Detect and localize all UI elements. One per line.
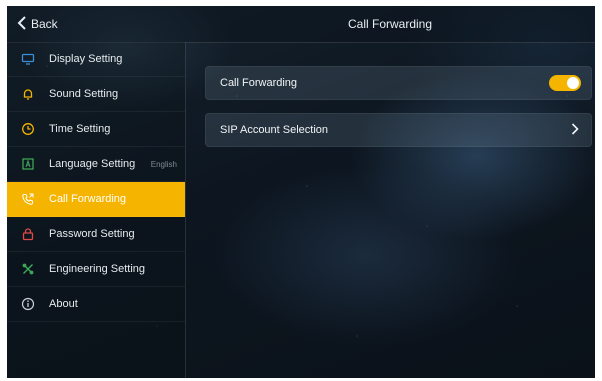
call-forwarding-row[interactable]: Call Forwarding: [205, 66, 592, 100]
sidebar-item-label: Engineering Setting: [49, 263, 146, 275]
back-label: Back: [31, 17, 58, 31]
sidebar-item-label: Language Setting: [49, 158, 136, 170]
phone-forward-icon: [21, 192, 35, 206]
sidebar-item-display[interactable]: Display Setting: [7, 42, 185, 77]
call-forwarding-toggle[interactable]: [549, 75, 581, 91]
info-icon: [21, 297, 35, 311]
sidebar-item-call-forwarding[interactable]: Call Forwarding: [7, 182, 185, 217]
call-forwarding-label: Call Forwarding: [220, 77, 298, 89]
back-button[interactable]: Back: [17, 15, 58, 33]
clock-icon: [21, 122, 35, 136]
sip-account-selection-row[interactable]: SIP Account Selection: [205, 113, 592, 147]
monitor-icon: [21, 52, 35, 66]
top-bar: Back Call Forwarding: [7, 6, 595, 43]
sidebar-item-about[interactable]: About: [7, 287, 185, 322]
sidebar-item-label: Password Setting: [49, 228, 135, 240]
sidebar-item-label: Display Setting: [49, 53, 123, 65]
page-title: Call Forwarding: [347, 17, 433, 31]
settings-sidebar: Display Setting Sound Setting Time Setti…: [7, 42, 186, 378]
sip-account-label: SIP Account Selection: [220, 124, 329, 136]
sidebar-item-label: Time Setting: [49, 123, 111, 135]
call-forwarding-panel: Call Forwarding SIP Account Selection: [205, 66, 592, 160]
chevron-right-icon: [571, 122, 579, 138]
toggle-knob: [567, 77, 579, 89]
device-screen: Back Call Forwarding Display Setting Sou…: [7, 6, 595, 378]
language-icon: [21, 157, 35, 171]
chevron-left-icon: [17, 15, 27, 33]
sidebar-item-language[interactable]: Language Setting English: [7, 147, 185, 182]
bell-icon: [21, 87, 35, 101]
sidebar-item-time[interactable]: Time Setting: [7, 112, 185, 147]
language-value: English: [150, 159, 177, 169]
sidebar-item-label: Call Forwarding: [49, 193, 127, 205]
sidebar-item-label: About: [49, 298, 78, 310]
lock-icon: [21, 227, 35, 241]
sidebar-item-label: Sound Setting: [49, 88, 119, 100]
tools-icon: [21, 262, 35, 276]
sidebar-item-password[interactable]: Password Setting: [7, 217, 185, 252]
sidebar-item-engineering[interactable]: Engineering Setting: [7, 252, 185, 287]
sidebar-item-sound[interactable]: Sound Setting: [7, 77, 185, 112]
